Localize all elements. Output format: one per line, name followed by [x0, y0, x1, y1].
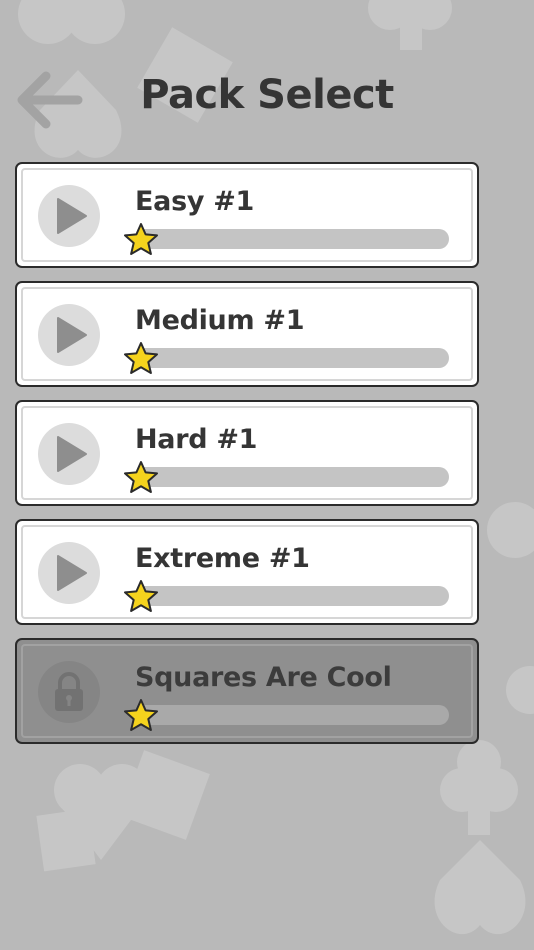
pack-card-squares-are-cool-locked[interactable]: Squares Are Cool: [15, 638, 479, 744]
play-button-circle[interactable]: [38, 185, 100, 247]
play-icon: [57, 555, 87, 591]
pack-name: Hard #1: [135, 424, 258, 455]
pack-name: Squares Are Cool: [135, 662, 392, 693]
lock-icon: [55, 672, 83, 711]
progress-bar: [135, 586, 449, 606]
star-icon: [124, 223, 158, 255]
play-button-circle[interactable]: [38, 542, 100, 604]
progress-bar: [135, 705, 449, 725]
pack-list: Easy #1 Medium #1 Hard #1 Extreme #1 Squ…: [15, 162, 479, 757]
play-icon: [57, 317, 87, 353]
pack-card-extreme-1[interactable]: Extreme #1: [15, 519, 479, 625]
pack-name: Medium #1: [135, 305, 305, 336]
progress-bar: [135, 229, 449, 249]
star-icon: [124, 699, 158, 731]
star-icon: [124, 342, 158, 374]
page-title: Pack Select: [140, 72, 394, 118]
play-icon: [57, 436, 87, 472]
pack-card-hard-1[interactable]: Hard #1: [15, 400, 479, 506]
header: Pack Select: [0, 0, 534, 160]
progress-bar: [135, 467, 449, 487]
star-icon: [124, 580, 158, 612]
progress-bar: [135, 348, 449, 368]
pack-card-easy-1[interactable]: Easy #1: [15, 162, 479, 268]
pack-card-medium-1[interactable]: Medium #1: [15, 281, 479, 387]
star-icon: [124, 461, 158, 493]
pack-name: Easy #1: [135, 186, 255, 217]
play-button-circle[interactable]: [38, 423, 100, 485]
play-icon: [57, 198, 87, 234]
lock-circle: [38, 661, 100, 723]
pack-name: Extreme #1: [135, 543, 310, 574]
play-button-circle[interactable]: [38, 304, 100, 366]
